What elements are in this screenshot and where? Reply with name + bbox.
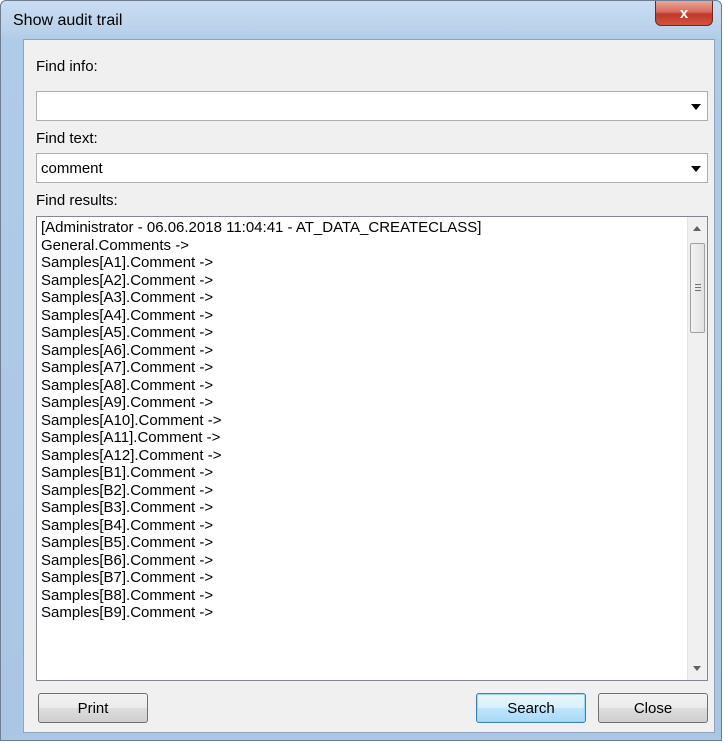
result-line[interactable]: Samples[B8].Comment ->	[41, 587, 683, 605]
result-line[interactable]: Samples[B1].Comment ->	[41, 464, 683, 482]
find-info-combobox[interactable]	[36, 91, 708, 121]
result-line[interactable]: Samples[B9].Comment ->	[41, 604, 683, 622]
find-results-label: Find results:	[36, 192, 118, 209]
result-line[interactable]: Samples[A10].Comment ->	[41, 412, 683, 430]
result-line[interactable]: Samples[A4].Comment ->	[41, 307, 683, 325]
dialog-client-area: Find info: Find text: comment Find resul…	[23, 39, 715, 733]
result-line[interactable]: Samples[A1].Comment ->	[41, 254, 683, 272]
result-line[interactable]: Samples[A9].Comment ->	[41, 394, 683, 412]
chevron-down-icon[interactable]	[691, 104, 701, 110]
close-button[interactable]: Close	[598, 693, 708, 723]
result-line[interactable]: Samples[A3].Comment ->	[41, 289, 683, 307]
result-line[interactable]: Samples[B4].Comment ->	[41, 517, 683, 535]
result-line[interactable]: Samples[A5].Comment ->	[41, 324, 683, 342]
result-line[interactable]: Samples[A8].Comment ->	[41, 377, 683, 395]
result-line[interactable]: [Administrator - 06.06.2018 11:04:41 - A…	[41, 219, 683, 237]
result-line[interactable]: Samples[B3].Comment ->	[41, 499, 683, 517]
grip-icon	[695, 284, 701, 291]
result-line[interactable]: Samples[A12].Comment ->	[41, 447, 683, 465]
result-line[interactable]: Samples[B7].Comment ->	[41, 569, 683, 587]
title-bar[interactable]: Show audit trail x	[1, 1, 721, 39]
window-close-button[interactable]: x	[655, 1, 713, 26]
scroll-up-icon[interactable]	[693, 226, 701, 231]
result-line[interactable]: Samples[A7].Comment ->	[41, 359, 683, 377]
close-icon: x	[679, 4, 689, 22]
result-line[interactable]: Samples[A2].Comment ->	[41, 272, 683, 290]
result-line[interactable]: Samples[B6].Comment ->	[41, 552, 683, 570]
find-text-combobox[interactable]: comment	[36, 153, 708, 183]
result-line[interactable]: General.Comments ->	[41, 237, 683, 255]
window-title: Show audit trail	[13, 12, 123, 29]
search-button[interactable]: Search	[476, 693, 586, 723]
print-button[interactable]: Print	[38, 693, 148, 723]
find-results-listbox[interactable]: [Administrator - 06.06.2018 11:04:41 - A…	[36, 216, 708, 681]
results-list: [Administrator - 06.06.2018 11:04:41 - A…	[41, 219, 683, 622]
result-line[interactable]: Samples[A6].Comment ->	[41, 342, 683, 360]
result-line[interactable]: Samples[A11].Comment ->	[41, 429, 683, 447]
find-text-label: Find text:	[36, 130, 98, 147]
scrollbar-thumb[interactable]	[690, 243, 705, 333]
result-line[interactable]: Samples[B2].Comment ->	[41, 482, 683, 500]
find-text-value: comment	[41, 160, 103, 177]
find-info-label: Find info:	[36, 58, 98, 75]
result-line[interactable]: Samples[B5].Comment ->	[41, 534, 683, 552]
vertical-scrollbar[interactable]	[687, 217, 707, 680]
chevron-down-icon[interactable]	[691, 166, 701, 172]
scroll-down-icon[interactable]	[693, 666, 701, 671]
dialog-window: Show audit trail x Find info: Find text:…	[0, 0, 722, 741]
